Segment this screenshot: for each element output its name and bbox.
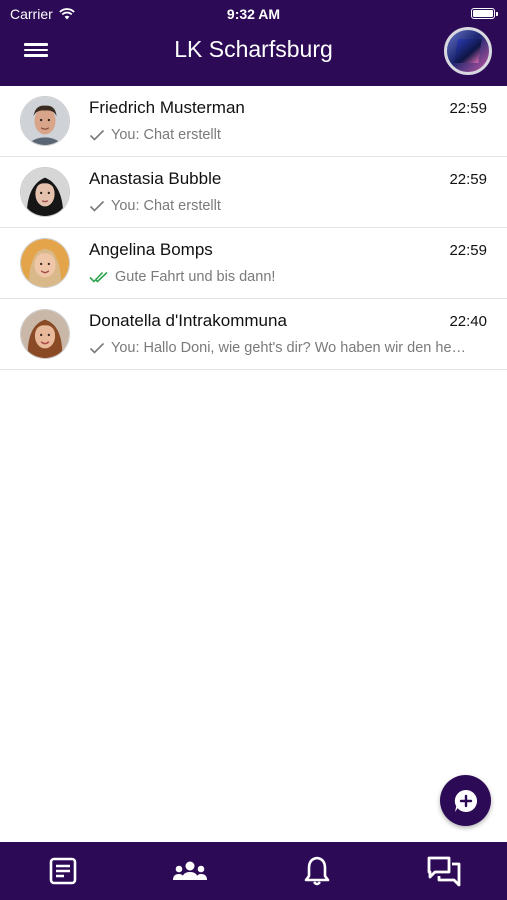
chat-name: Angelina Bomps [89, 240, 213, 259]
chat-preview: You: Chat erstellt [89, 198, 489, 214]
avatar [20, 309, 70, 359]
chat-time: 22:40 [449, 313, 487, 330]
avatar [20, 167, 70, 217]
nav-notifications[interactable] [254, 842, 381, 900]
nav-groups[interactable] [127, 842, 254, 900]
sent-check-icon [89, 342, 105, 354]
chat-time: 22:59 [449, 242, 487, 259]
sent-check-icon [89, 200, 105, 212]
bottom-navigation [0, 842, 507, 900]
chat-time: 22:59 [449, 171, 487, 188]
chat-preview-text: Gute Fahrt und bis dann! [115, 269, 276, 285]
chat-name: Anastasia Bubble [89, 169, 222, 188]
chat-list-item[interactable]: Angelina Bomps 22:59 Gute Fahrt und bis … [0, 228, 507, 299]
chat-list-item[interactable]: Anastasia Bubble 22:59 You: Chat erstell… [0, 157, 507, 228]
bell-icon [304, 856, 330, 886]
nav-documents[interactable] [0, 842, 127, 900]
document-icon [50, 857, 77, 885]
chat-name: Friedrich Musterman [89, 98, 245, 117]
chat-list-item[interactable]: Donatella d'Intrakommuna 22:40 You: Hall… [0, 299, 507, 370]
new-chat-button[interactable] [440, 775, 491, 826]
profile-avatar-button[interactable] [444, 27, 492, 75]
battery-icon [471, 8, 498, 19]
chat-preview: You: Hallo Doni, wie geht's dir? Wo habe… [89, 340, 489, 356]
chat-preview: Gute Fahrt und bis dann! [89, 269, 489, 285]
group-icon [173, 861, 208, 880]
status-time: 9:32 AM [226, 6, 281, 22]
chat-time: 22:59 [449, 100, 487, 117]
read-double-check-icon [89, 271, 109, 283]
sent-check-icon [89, 129, 105, 141]
chat-preview-text: You: Chat erstellt [111, 198, 221, 214]
chat-preview-text: You: Hallo Doni, wie geht's dir? Wo habe… [111, 340, 467, 356]
avatar [20, 238, 70, 288]
chat-bubbles-icon [427, 856, 461, 887]
chat-preview-text: You: Chat erstellt [111, 127, 221, 143]
nav-chats[interactable] [380, 842, 507, 900]
page-title: LK Scharfsburg [174, 36, 333, 62]
chat-list-item[interactable]: Friedrich Musterman 22:59 You: Chat erst… [0, 86, 507, 157]
new-chat-icon [454, 789, 477, 812]
app-header: Carrier 9:32 AM LK Scharfsburg [0, 0, 507, 86]
chat-preview: You: Chat erstellt [89, 127, 489, 143]
chat-list: Friedrich Musterman 22:59 You: Chat erst… [0, 86, 507, 370]
avatar [20, 96, 70, 146]
status-bar: Carrier 9:32 AM [0, 0, 507, 28]
chat-name: Donatella d'Intrakommuna [89, 311, 287, 330]
